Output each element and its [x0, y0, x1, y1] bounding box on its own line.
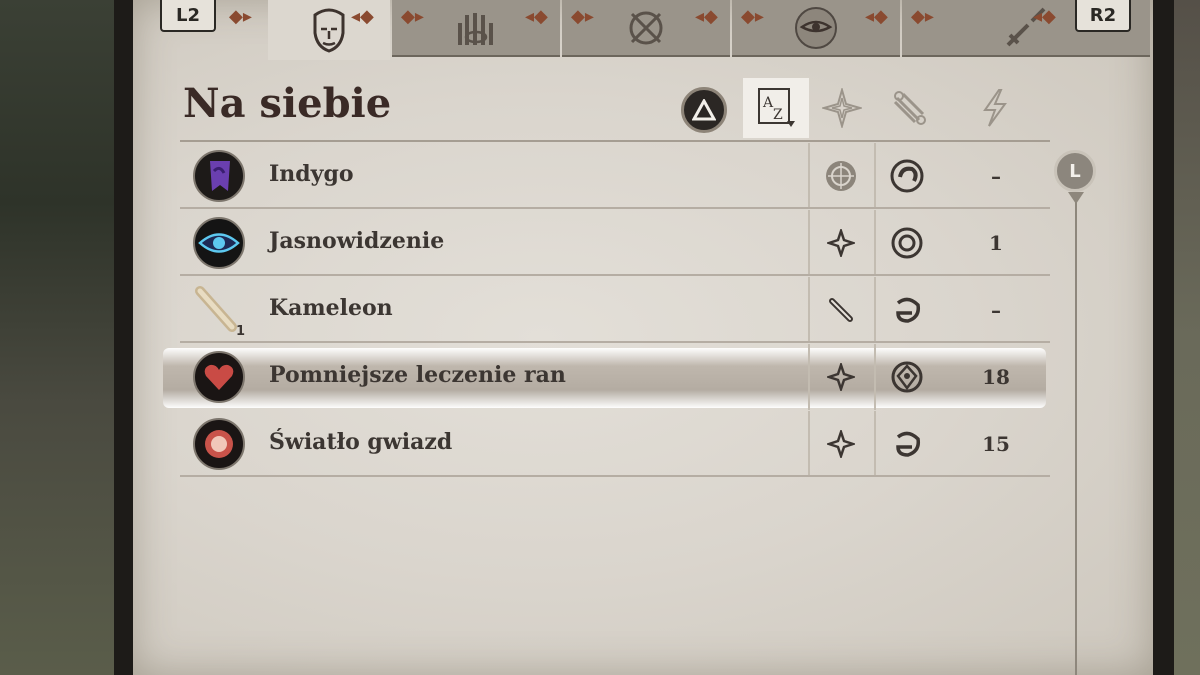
spell-type: [808, 277, 874, 343]
spell-cost: –: [991, 298, 1001, 322]
spell-name: Indygo: [269, 161, 354, 187]
tab-deco-icon: ◂◆: [351, 6, 374, 27]
spell-school: [874, 143, 940, 209]
spell-type: [808, 210, 874, 276]
row-divider: [180, 475, 1050, 477]
hook-icon: [896, 297, 921, 323]
spell-name: Światło gwiazd: [269, 429, 453, 455]
spell-type: [808, 143, 874, 209]
az-sort-icon: A Z: [758, 88, 795, 127]
scroll-stick-button[interactable]: L: [1054, 150, 1096, 192]
l2-button[interactable]: L2: [160, 0, 216, 32]
tab-deco-icon: ◂◆: [1033, 6, 1056, 27]
sort-by-school[interactable]: [876, 78, 942, 138]
tab-deco-icon: ◆▸: [741, 6, 764, 27]
rune-disc-icon: [826, 161, 856, 191]
heart-icon: [193, 351, 245, 403]
row-divider: [180, 207, 1050, 209]
spell-row[interactable]: 1 Kameleon –: [180, 277, 1050, 343]
hand-eye-icon: [458, 12, 493, 45]
r2-button[interactable]: R2: [1075, 0, 1131, 32]
ring-icon: [891, 227, 923, 259]
spell-school: [874, 210, 940, 276]
star-icon: [827, 229, 855, 257]
background-left: [0, 0, 120, 675]
sort-by-type[interactable]: [809, 78, 875, 138]
spell-row[interactable]: Jasnowidzenie 1: [180, 210, 1050, 276]
sort-toggle-button[interactable]: [681, 87, 727, 133]
svg-text:Z: Z: [773, 107, 783, 123]
sort-by-name[interactable]: A Z: [743, 78, 809, 138]
lightning-icon: [983, 89, 1007, 127]
tab-deco-icon: ◂◆: [695, 6, 718, 27]
spell-type: [808, 344, 874, 410]
eye-of-ra-icon: [795, 6, 837, 49]
tab-deco-icon: ◆▸: [571, 6, 594, 27]
header-divider: [180, 140, 1050, 142]
tab-deco-icon: ◆▸: [911, 6, 934, 27]
spell-name: Pomniejsze leczenie ran: [269, 362, 566, 388]
scroll-count-badge: 1: [236, 324, 245, 337]
scroll-track[interactable]: [1075, 200, 1077, 675]
triangle-icon: [692, 99, 716, 121]
spell-name: Jasnowidzenie: [269, 228, 445, 254]
scroll-icon: [829, 298, 853, 322]
spell-name: Kameleon: [269, 295, 393, 321]
face-icon: [313, 8, 345, 53]
page-title: Na siebie: [183, 80, 392, 127]
tab-deco-icon: ◆▸: [229, 6, 252, 27]
tab-bar: ◆▸ ◂◆ ◆▸ ◂◆ ◆▸ ◂◆ ◆▸ ◂◆ ◆▸ ◂◆: [133, 0, 1153, 60]
spell-cost: 1: [989, 231, 1003, 255]
scroll-arrow-icon: [1068, 192, 1084, 204]
knot-icon: [629, 11, 663, 44]
hook-icon: [896, 431, 921, 457]
row-divider: [180, 274, 1050, 276]
scroll-icon: 1: [195, 286, 245, 337]
tab-deco-icon: ◆▸: [401, 6, 424, 27]
shield-eye-icon: [891, 361, 923, 393]
spell-cost: –: [991, 164, 1001, 188]
star-icon: [827, 363, 855, 391]
star-icon: [827, 430, 855, 458]
sort-by-cost[interactable]: [962, 78, 1028, 138]
spell-school: [874, 344, 940, 410]
spell-school: [874, 411, 940, 477]
spell-row[interactable]: Światło gwiazd 15: [180, 411, 1050, 477]
spell-cost: 15: [982, 432, 1010, 456]
tab-deco-icon: ◂◆: [865, 6, 888, 27]
spell-row-selected[interactable]: Pomniejsze leczenie ran 18: [180, 344, 1050, 410]
tab-deco-icon: ◂◆: [525, 6, 548, 27]
spell-cost: 18: [982, 365, 1010, 389]
row-divider: [180, 341, 1050, 343]
spell-school: [874, 277, 940, 343]
spell-row[interactable]: Indygo –: [180, 143, 1050, 209]
compass-star-icon: [822, 88, 862, 128]
spell-type: [808, 411, 874, 477]
scroll-icon: [893, 91, 926, 125]
swirl-icon: [890, 159, 924, 193]
purple-banner-icon: [193, 150, 245, 202]
red-orb-icon: [193, 418, 245, 470]
eye-icon: [193, 217, 245, 269]
